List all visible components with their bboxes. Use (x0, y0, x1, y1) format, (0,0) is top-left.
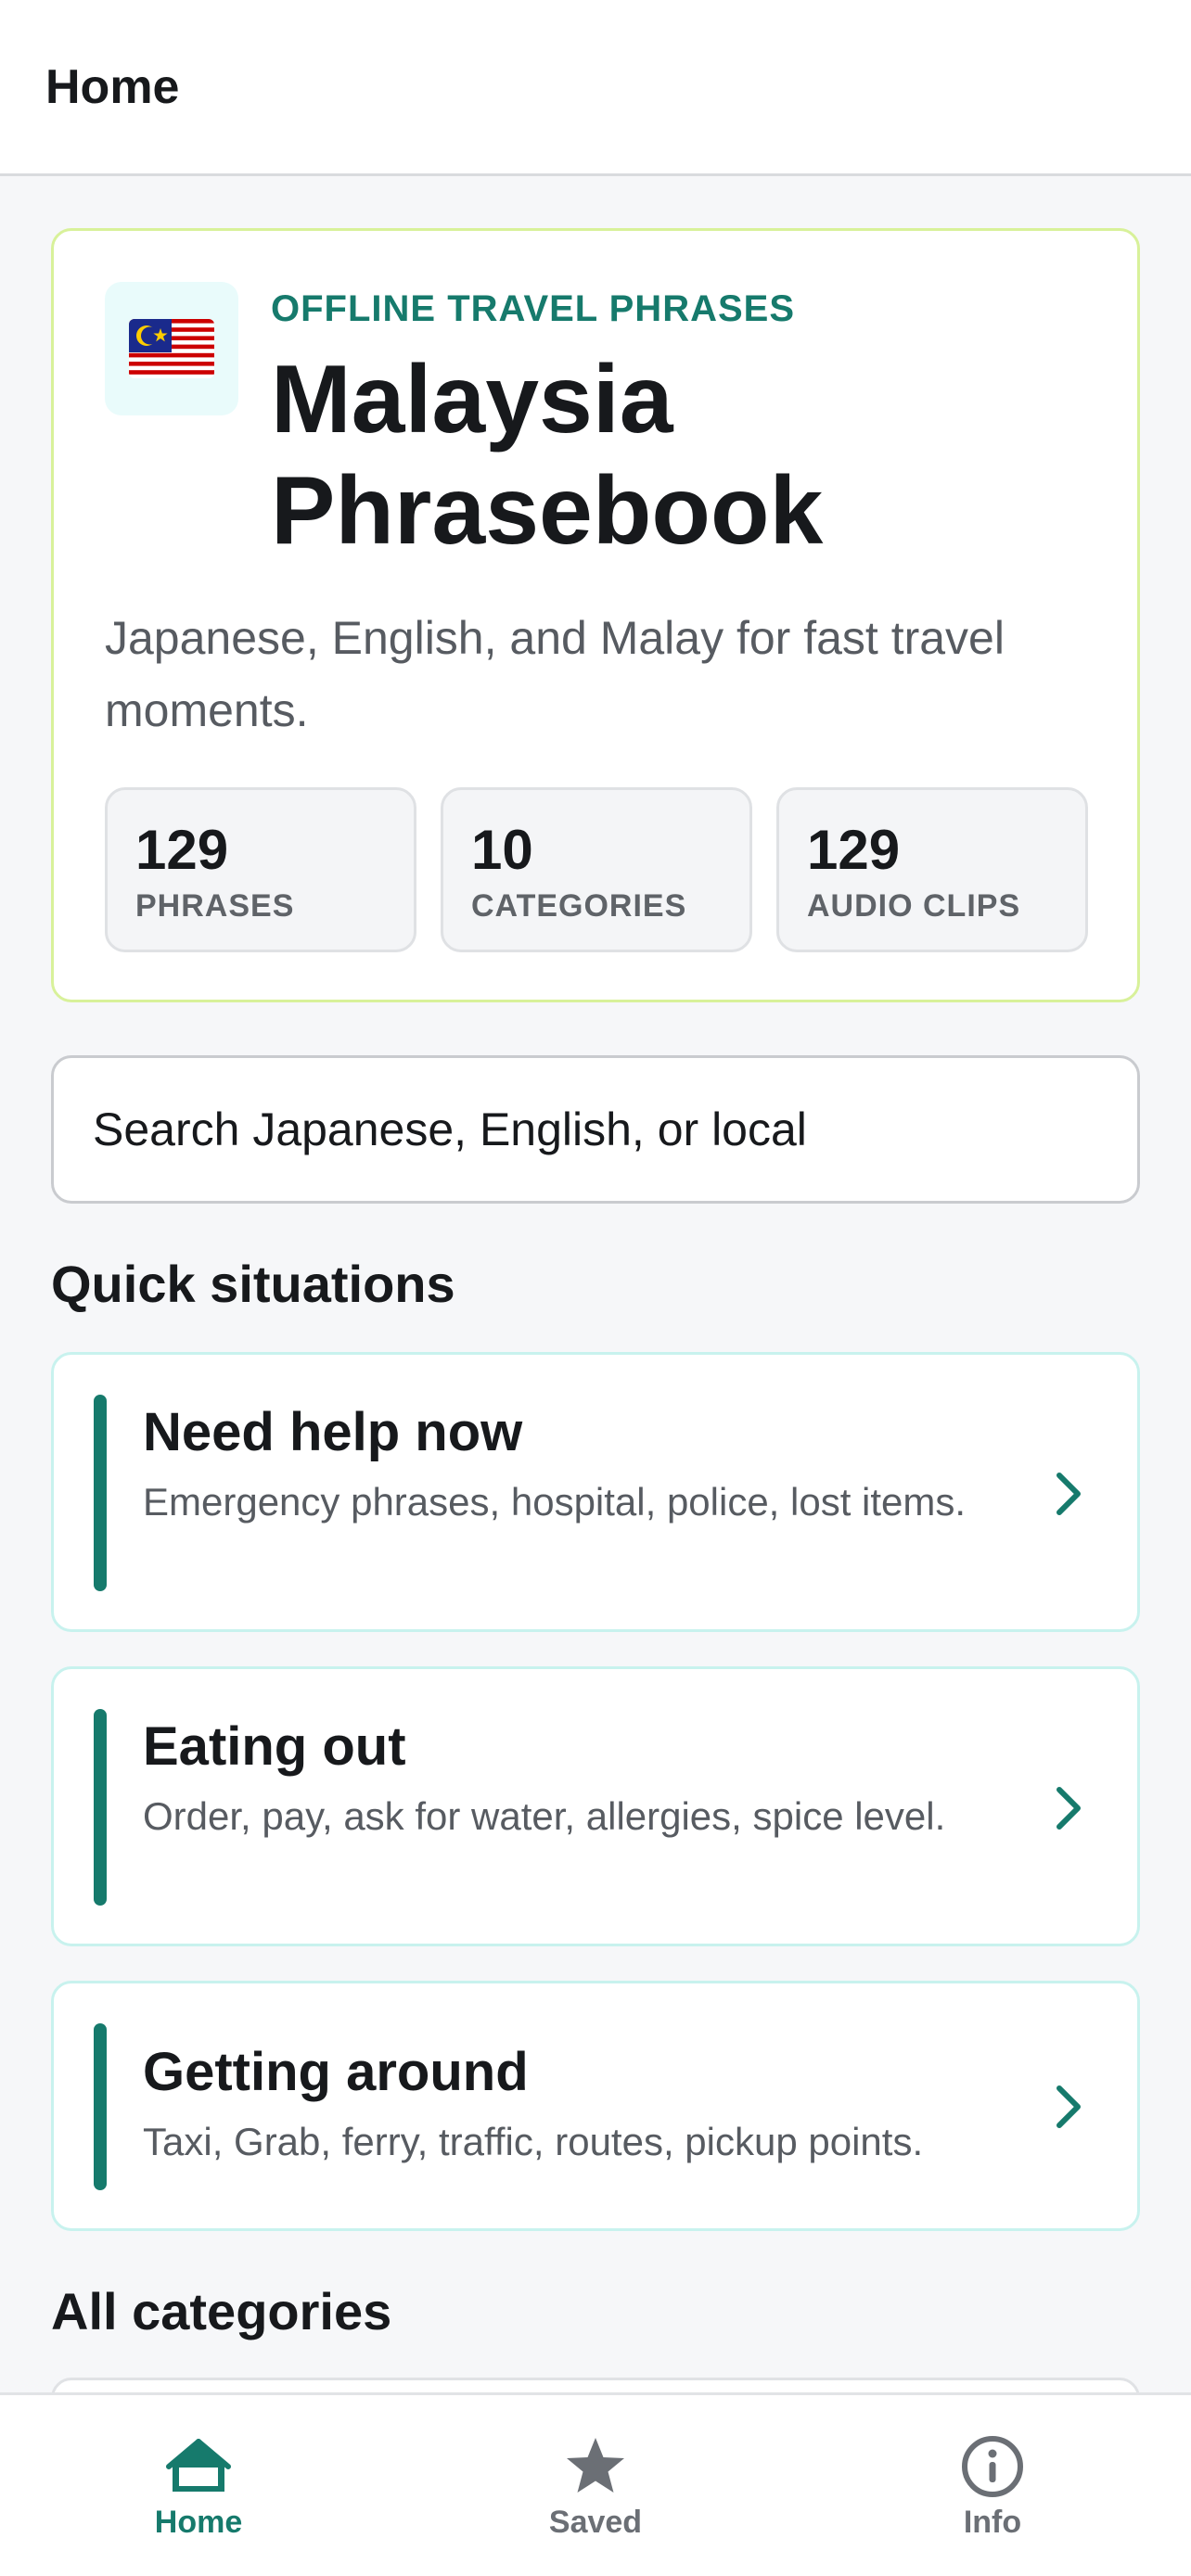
stat-label: CATEGORIES (471, 888, 687, 924)
search-input[interactable] (51, 1055, 1140, 1204)
stat-value: 10 (471, 819, 533, 881)
bottom-tab-bar: Home Saved Info (0, 2392, 1191, 2576)
situation-card-eating-out[interactable]: Eating out Order, pay, ask for water, al… (51, 1666, 1140, 1946)
stat-label: AUDIO CLIPS (807, 888, 1021, 924)
quick-situations-title: Quick situations (51, 1255, 455, 1313)
hero-description: Japanese, English, and Malay for fast tr… (105, 612, 1005, 736)
situation-subtitle: Taxi, Grab, ferry, traffic, routes, pick… (143, 2120, 924, 2163)
star-icon (567, 2438, 624, 2493)
stat-value: 129 (807, 819, 901, 881)
hero-kicker: OFFLINE TRAVEL PHRASES (271, 288, 796, 329)
situation-title: Need help now (143, 1402, 523, 1462)
situation-subtitle: Emergency phrases, hospital, police, los… (143, 1480, 967, 1524)
stat-value: 129 (135, 819, 229, 881)
chevron-right-icon (1057, 2085, 1081, 2128)
page-title: Home (45, 60, 180, 114)
hero-title: Malaysia Phrasebook (271, 346, 824, 565)
stat-phrases: 129 PHRASES (105, 787, 416, 952)
stat-audio-clips: 129 AUDIO CLIPS (776, 787, 1088, 952)
tab-info[interactable]: Info (853, 2395, 1132, 2576)
chevron-right-icon (1057, 1473, 1081, 1515)
home-screen: Home OFFLINE TRAVEL PHRASES Malaysia Phr… (0, 0, 1191, 2576)
info-icon (962, 2436, 1023, 2497)
stat-categories: 10 CATEGORIES (441, 787, 752, 952)
chevron-right-icon (1057, 1787, 1081, 1830)
tab-home[interactable]: Home (59, 2395, 338, 2576)
accent-bar (94, 1709, 107, 1906)
top-bar: Home (0, 0, 1191, 176)
malaysia-flag-icon (105, 282, 238, 415)
situation-subtitle: Order, pay, ask for water, allergies, sp… (143, 1794, 946, 1838)
accent-bar (94, 1395, 107, 1591)
tab-label: Info (963, 2505, 1022, 2540)
situation-card-need-help[interactable]: Need help now Emergency phrases, hospita… (51, 1352, 1140, 1632)
situation-card-getting-around[interactable]: Getting around Taxi, Grab, ferry, traffi… (51, 1981, 1140, 2231)
tab-label: Home (154, 2505, 243, 2540)
all-categories-title: All categories (51, 2282, 392, 2340)
stat-label: PHRASES (135, 888, 295, 924)
situation-title: Eating out (143, 1716, 406, 1777)
accent-bar (94, 2023, 107, 2190)
hero-card: OFFLINE TRAVEL PHRASES Malaysia Phrasebo… (51, 228, 1140, 1002)
tab-saved[interactable]: Saved (456, 2395, 735, 2576)
home-icon (166, 2439, 231, 2492)
situation-title: Getting around (143, 2042, 529, 2102)
tab-label: Saved (548, 2505, 643, 2540)
